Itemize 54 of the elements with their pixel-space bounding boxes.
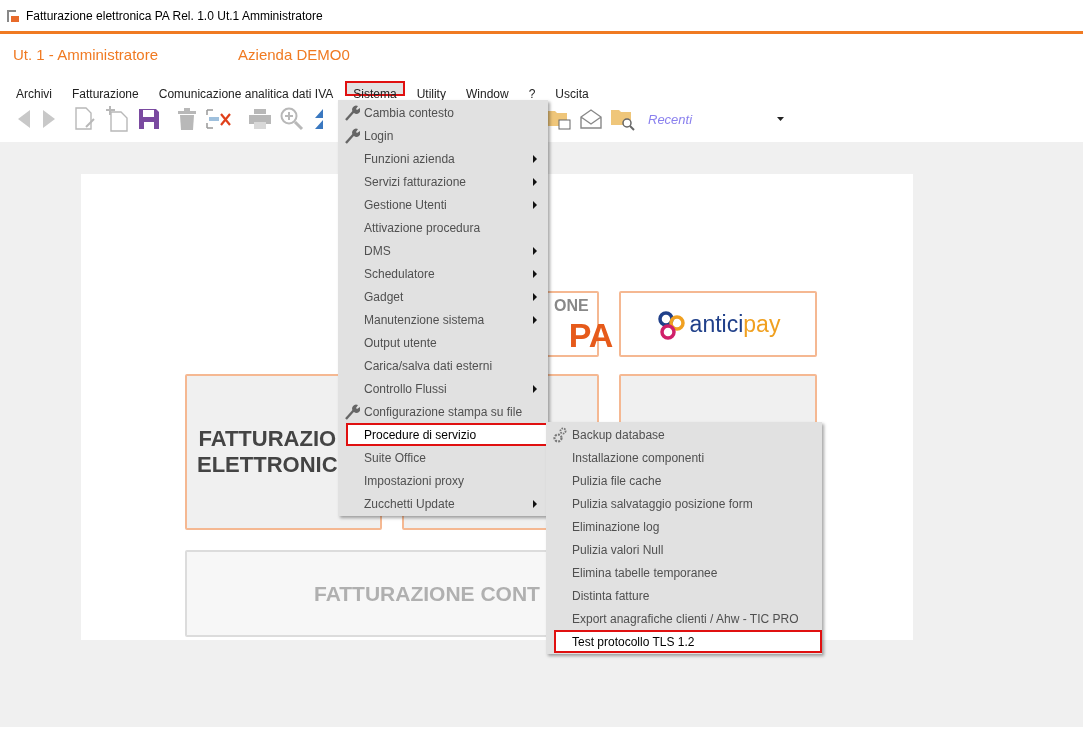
tile-title: FATTURAZIONE CONT	[314, 581, 540, 606]
menu-item[interactable]: Schedulatore	[338, 262, 548, 285]
menu-item[interactable]: Funzioni azienda	[338, 147, 548, 170]
menu-item[interactable]: Cambia contesto	[338, 101, 548, 124]
menu-bar-item[interactable]: Archivi	[8, 81, 60, 96]
logo-text: ONE	[554, 297, 589, 315]
menu-item[interactable]: Attivazione procedura	[338, 216, 548, 239]
menu-item[interactable]: Installazione componenti	[546, 446, 822, 469]
menu-item[interactable]: Test protocollo TLS 1.2	[554, 630, 822, 653]
delete-row-icon[interactable]	[206, 108, 232, 130]
user-label: Ut. 1 - Amministratore	[13, 46, 159, 65]
logo-tile[interactable]: anticipay	[619, 291, 817, 357]
menu-item[interactable]: Gestione Utenti	[338, 193, 548, 216]
menu-bar-item[interactable]: Uscita	[547, 81, 597, 96]
logo-text: PA	[568, 316, 614, 355]
envelope-icon[interactable]	[580, 109, 602, 129]
caret-icon	[777, 117, 784, 121]
menu-item[interactable]: Pulizia salvataggio posizione form	[546, 492, 822, 515]
company-label: Azienda DEMO0	[238, 46, 350, 65]
menu-item[interactable]: Gadget	[338, 285, 548, 308]
gears-icon	[553, 426, 567, 443]
menu-item[interactable]: Procedure di servizio	[346, 423, 548, 446]
wrench-icon	[344, 127, 360, 144]
folder-search-icon[interactable]	[611, 107, 635, 131]
save-icon[interactable]	[138, 108, 160, 130]
menu-item[interactable]: Carica/salva dati esterni	[338, 354, 548, 377]
logo-text: anticipay	[689, 310, 781, 338]
forward-arrow-icon[interactable]	[41, 109, 57, 129]
menu-bar-item[interactable]: Window	[457, 81, 517, 96]
menu-item[interactable]: Pulizia file cache	[546, 469, 822, 492]
menu-item[interactable]: Servizi fatturazione	[338, 170, 548, 193]
trash-icon[interactable]	[177, 108, 197, 130]
menu-item[interactable]: DMS	[338, 239, 548, 262]
zoom-in-icon[interactable]	[280, 107, 304, 131]
wrench-icon	[344, 104, 360, 121]
window-title: Fatturazione elettronica PA Rel. 1.0 Ut.1 Amministratore	[26, 8, 323, 23]
menu-item[interactable]: Output utente	[338, 331, 548, 354]
wrench-icon	[344, 403, 360, 420]
back-arrow-icon[interactable]	[16, 109, 32, 129]
menu-item[interactable]: Login	[338, 124, 548, 147]
menu-bar-item[interactable]: Comunicazione analitica dati IVA	[150, 81, 342, 96]
recent-dropdown[interactable]: Recenti	[648, 111, 784, 127]
menu-item[interactable]: Manutenzione sistema	[338, 308, 548, 331]
printer-icon[interactable]	[249, 109, 271, 129]
menu-item[interactable]: Backup database	[546, 423, 822, 446]
tile-title: FATTURAZIO ELETTRONIC	[197, 426, 338, 478]
menu-bar-item[interactable]: ?	[520, 81, 544, 96]
folder-note-icon[interactable]	[547, 108, 571, 130]
menu-item[interactable]: Eliminazione log	[546, 515, 822, 538]
triangle-icon[interactable]	[313, 107, 323, 131]
app-logo-icon	[6, 8, 20, 23]
edit-document-icon[interactable]	[74, 107, 96, 131]
menu-bar-item[interactable]: Fatturazione	[64, 81, 147, 96]
new-document-icon[interactable]	[105, 106, 129, 132]
